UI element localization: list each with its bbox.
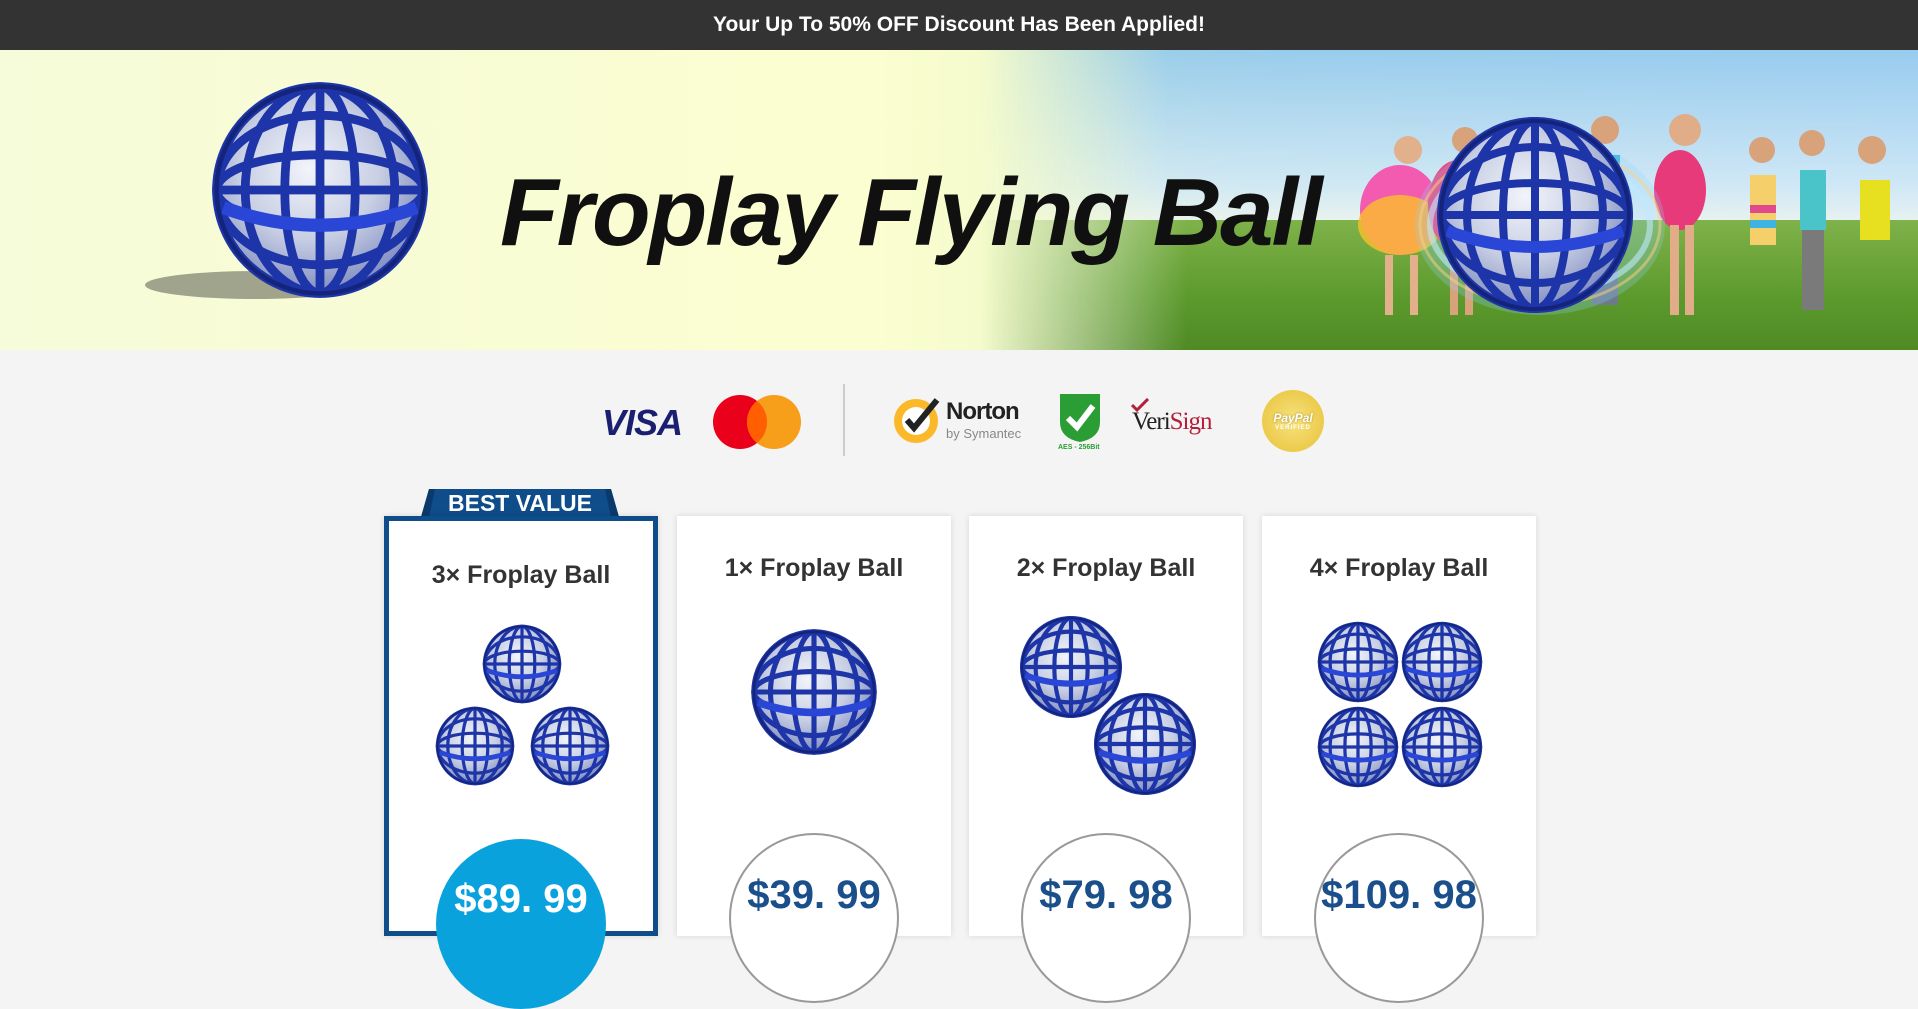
offer-price: $79. 98 [1021, 833, 1191, 1003]
verisign-text-b: Sign [1169, 408, 1213, 435]
discount-message: Your Up To 50% OFF Discount Has Been App… [713, 13, 1205, 36]
trust-divider [843, 384, 845, 456]
paypal-text: PayPal [1273, 411, 1313, 425]
offer-card-3x[interactable]: 3× Froplay Ball $89. 99 [384, 516, 658, 1009]
best-value-ribbon: BEST VALUE [421, 489, 619, 517]
mastercard-logo [713, 395, 801, 449]
discount-announcement-bar: Your Up To 50% OFF Discount Has Been App… [0, 0, 1918, 50]
aes-label: AES - 256Bit [1058, 444, 1100, 451]
offer-card-1x[interactable]: 1× Froplay Ball $39. 99 [677, 516, 951, 1003]
product-ball-image [1401, 706, 1483, 788]
banner-ball-in-motion-image [1435, 115, 1635, 315]
offer-price: $39. 99 [729, 833, 899, 1003]
ssl-shield-icon [1060, 394, 1100, 442]
visa-logo: VISA [602, 402, 683, 443]
best-value-label: BEST VALUE [448, 489, 592, 516]
trust-badges-row: VISA Norton by Symantec AES - 256Bit Ver… [0, 370, 1918, 470]
product-ball-image [750, 628, 878, 756]
hero-banner: Froplay Flying Ball [0, 50, 1918, 350]
verisign-logo: VeriSign [1132, 408, 1213, 436]
offer-title: 2× Froplay Ball [1016, 554, 1196, 582]
offer-title: 3× Froplay Ball [431, 561, 611, 589]
product-ball-image [1093, 692, 1197, 796]
hero-flying-ball-image [210, 80, 430, 300]
product-ball-image [530, 706, 610, 786]
product-ball-image [482, 624, 562, 704]
offer-title: 4× Froplay Ball [1309, 554, 1489, 582]
norton-sub-text: by Symantec [946, 426, 1022, 441]
product-ball-image [1317, 621, 1399, 703]
product-ball-image [435, 706, 515, 786]
norton-logo-text: Norton [946, 398, 1020, 425]
banner-title: Froplay Flying Ball [500, 159, 1323, 266]
product-ball-image [1317, 706, 1399, 788]
paypal-verified-badge: PayPal VERIFIED [1262, 390, 1324, 452]
paypal-verified-text: VERIFIED [1275, 425, 1311, 431]
offer-price: $109. 98 [1314, 833, 1484, 1003]
offer-title: 1× Froplay Ball [724, 554, 904, 582]
product-ball-image [1401, 621, 1483, 703]
offer-price: $89. 99 [436, 839, 606, 1009]
norton-check-icon [894, 398, 940, 443]
offer-card-4x[interactable]: 4× Froplay Ball $109. 98 [1262, 516, 1536, 1003]
offer-card-2x[interactable]: 2× Froplay Ball $79. 98 [969, 516, 1243, 1003]
verisign-text-a: Veri [1132, 408, 1171, 435]
